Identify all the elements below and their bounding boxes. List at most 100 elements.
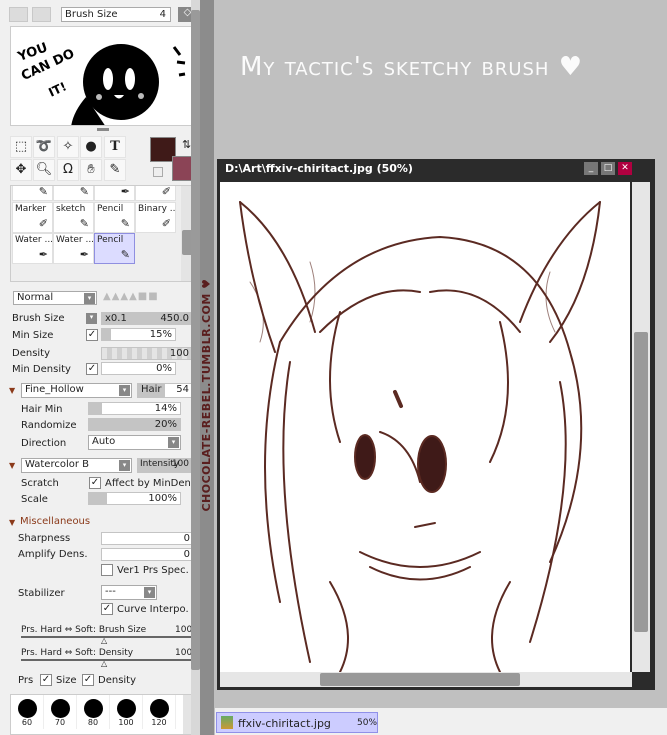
stabilizer-label: Stabilizer [18,588,65,599]
randomize-label: Randomize [21,420,77,431]
navigator-preview[interactable]: YOU CAN DO IT! [10,26,196,126]
texture-select[interactable]: Watercolor B ▾ [21,458,132,473]
curve-interp-checkbox[interactable]: ✓ [101,603,113,615]
brush-dot-icon [149,699,169,718]
blend-mode-select[interactable]: Normal ▾ [13,291,97,305]
sharpness-field[interactable]: 0 [101,532,194,545]
size-preset-label: 120 [151,718,167,727]
size-preset[interactable]: 120 [143,695,176,729]
collapse-icon[interactable]: ▼ [9,518,15,527]
brush-pencil[interactable]: Pencil ✎ [94,202,135,233]
vertical-scrollbar[interactable] [632,182,650,672]
size-multiplier-dropdown[interactable]: ▾ [86,313,97,324]
size-preset[interactable]: 80 [77,695,110,729]
rotate-icon[interactable]: Ω [57,159,79,181]
brush-size-label: Brush Size [65,9,118,20]
brush-dot-icon [17,699,37,718]
intensity-slider[interactable]: Intensity 100 [137,458,193,473]
misc-header[interactable]: Miscellaneous [20,516,90,527]
rect-select-icon[interactable]: ⬚ [10,136,32,158]
brush-binary[interactable]: Binary ... ✐ [135,202,176,233]
ver1-prs-checkbox[interactable] [101,564,113,576]
artwork [239,201,601,672]
brush-size-slider[interactable]: x0.1 450.0 [101,312,193,325]
image-file-icon [221,716,233,729]
prs-density-checkbox[interactable]: ✓ [82,674,94,686]
brush-water-1[interactable]: Water ... ✒ [12,233,53,264]
brush-size-value: 4 [159,9,166,20]
hair-slider[interactable]: Hair 54 [137,383,193,398]
collapse-icon[interactable]: ▼ [9,386,15,395]
horizontal-scrollbar[interactable] [220,672,632,687]
prs-density-check-label: Density [98,675,137,686]
min-size-slider[interactable]: 15% [101,328,176,341]
document-tab-name: ffxiv-chiritact.jpg [238,717,331,730]
shape-icon[interactable]: ● [80,136,102,158]
brush-slot[interactable]: ✎ [12,186,53,201]
banner-text: My tactic's sketchy brush ♥ [240,52,584,82]
svg-text:IT!: IT! [46,79,68,99]
affect-mindens-label: Affect by MinDens [105,478,197,489]
min-size-checkbox[interactable]: ✓ [86,329,98,341]
document-tabs: ffxiv-chiritact.jpg 50% [215,708,667,735]
prs-label: Prs [18,675,34,686]
lasso-icon[interactable]: ➰ [33,136,55,158]
slider-handle-icon[interactable]: △ [101,636,107,645]
move-icon[interactable]: ✥ [10,159,32,181]
document-tab-zoom: 50% [357,718,378,728]
brush-size-field[interactable]: Brush Size 4 [61,7,171,22]
hand-icon[interactable]: ✋︎ [80,159,102,181]
prs-density-label: Prs. Hard ⇔ Soft: Density [21,648,134,658]
stabilizer-select[interactable]: --- ▾ [101,585,157,600]
direction-select[interactable]: Auto ▾ [88,435,181,450]
magic-wand-icon[interactable]: ✧ [57,136,79,158]
brush-dot-icon [83,699,103,718]
undo-button[interactable] [9,7,28,22]
navigator-drawing: YOU CAN DO IT! [15,40,186,125]
collapse-icon[interactable]: ▼ [9,461,15,470]
panel-scrollbar-thumb[interactable] [191,10,200,670]
scale-slider[interactable]: 100% [88,492,181,505]
document-window: D:\Art\ffxiv-chiritact.jpg (50%) _ □ ✕ [217,159,655,690]
scale-label: Scale [21,494,48,505]
close-button[interactable]: ✕ [618,162,632,175]
document-title: D:\Art\ffxiv-chiritact.jpg (50%) [225,162,413,175]
minimize-button[interactable]: _ [584,162,598,175]
edge-hardness-selector[interactable]: ▲▲▲▲■■ [103,291,193,305]
density-slider[interactable]: 100 [101,347,193,360]
brush-slot[interactable]: ✒ [94,186,135,201]
min-density-label: Min Density [12,364,71,375]
hair-min-slider[interactable]: 14% [88,402,181,415]
zoom-icon[interactable]: 🔍︎ [33,159,55,181]
size-preset[interactable]: 70 [44,695,77,729]
eyedropper-icon[interactable]: ✎ [104,159,126,181]
amplify-field[interactable]: 0 [101,548,194,561]
brush-slot[interactable]: ✎ [53,186,94,201]
randomize-slider[interactable]: 20% [88,418,181,431]
brush-dot-icon [116,699,136,718]
brush-slot[interactable]: ✐ [135,186,176,201]
size-preset[interactable]: 100 [110,695,143,729]
drawing-canvas[interactable] [220,182,630,672]
prs-size-checkbox[interactable]: ✓ [40,674,52,686]
maximize-button[interactable]: □ [601,162,615,175]
slider-handle-icon[interactable]: △ [101,659,107,668]
size-preset-label: 80 [87,718,99,727]
redo-button[interactable] [32,7,51,22]
swap-colors-icon[interactable]: ⇅ [182,138,191,151]
text-tool-icon[interactable]: T [104,136,126,158]
brush-shape-select[interactable]: Fine_Hollow ▾ [21,383,132,398]
brush-water-2[interactable]: Water ... ✒ [53,233,94,264]
min-density-slider[interactable]: 0% [101,362,176,375]
brush-size-label: Brush Size [12,313,65,324]
tool-panel: Brush Size 4 ◇ YOU CAN DO IT! ⬚ ➰ ✧ ● T … [0,0,200,735]
curve-interp-label: Curve Interpo. [117,604,189,615]
brush-pencil-selected[interactable]: Pencil ✎ [94,233,135,264]
transparent-color-icon[interactable] [153,167,163,177]
size-preset[interactable]: 60 [11,695,44,729]
brush-marker[interactable]: Marker ✐ [12,202,53,233]
min-density-checkbox[interactable]: ✓ [86,363,98,375]
document-tab[interactable]: ffxiv-chiritact.jpg 50% [216,712,378,733]
brush-sketch[interactable]: sketch ✎ [53,202,94,233]
affect-mindens-checkbox[interactable]: ✓ [89,477,101,489]
